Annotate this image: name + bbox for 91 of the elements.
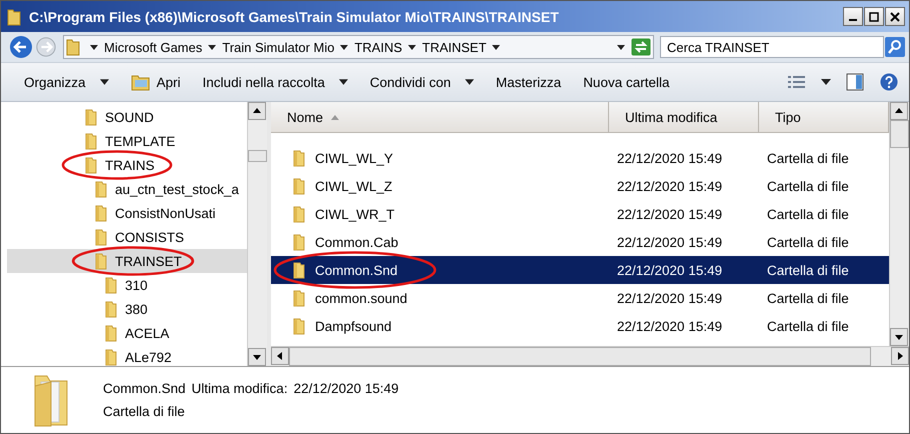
tree-item[interactable]: au_ctn_test_stock_a (7, 177, 247, 201)
caret-icon (100, 79, 109, 85)
folder-icon (95, 228, 107, 246)
close-button[interactable] (885, 7, 905, 26)
search-icon[interactable] (885, 37, 905, 57)
toolbar-button[interactable]: Condividi con (358, 70, 485, 94)
scroll-down-icon[interactable] (248, 348, 266, 366)
breadcrumb[interactable]: TRAINS (354, 40, 402, 54)
caret-icon (338, 79, 348, 85)
back-button[interactable] (9, 35, 33, 59)
folder-icon (293, 317, 305, 335)
tree-item[interactable]: ConsistNonUsati (7, 201, 247, 225)
tree-item[interactable]: ACELA (7, 321, 247, 345)
caret-icon (464, 79, 474, 85)
caret-icon[interactable] (492, 44, 500, 50)
tree-item[interactable]: CONSISTS (7, 225, 247, 249)
file-row[interactable]: CIWL_WL_Z 22/12/2020 15:49 Cartella di file (271, 172, 889, 200)
maximize-button[interactable] (864, 7, 884, 26)
breadcrumb[interactable]: Microsoft Games (104, 40, 202, 54)
tree-item[interactable]: TRAINS (7, 153, 247, 177)
view-options-icon[interactable] (787, 73, 807, 91)
window-title: C:\Program Files (x86)\Microsoft Games\Train Simulator Mio\TRAINS\TRAINSET (29, 8, 559, 24)
toolbar-button[interactable]: Masterizza (484, 70, 572, 94)
folder-icon (95, 180, 107, 198)
breadcrumb[interactable]: TRAINSET (422, 40, 486, 54)
tree-item[interactable]: ALe792 (7, 345, 247, 366)
help-icon[interactable] (879, 73, 899, 91)
folder-icon (293, 177, 305, 195)
folder-icon (293, 205, 305, 223)
file-row[interactable]: Common.Snd 22/12/2020 15:49 Cartella di file (271, 256, 889, 284)
folder-icon (95, 204, 107, 222)
address-field[interactable]: Microsoft Games Train Simulator Mio TRAINS TRAINSET (63, 35, 654, 59)
caret-icon[interactable] (340, 44, 348, 50)
folder-icon (293, 289, 305, 307)
toolbar-button[interactable]: Apri (120, 69, 192, 95)
toolbar-button[interactable]: Organizza (13, 70, 120, 94)
tree-item[interactable]: 380 (7, 297, 247, 321)
folder-icon (66, 38, 80, 56)
tree-item[interactable]: TRAINSET (7, 249, 247, 273)
folder-icon (105, 300, 117, 318)
file-name: Common.Snd (103, 381, 186, 396)
tree-item[interactable]: 310 (7, 273, 247, 297)
breadcrumb[interactable]: Train Simulator Mio (222, 40, 334, 54)
modified-label: Ultima modifica: (192, 381, 288, 396)
file-type: Cartella di file (103, 404, 186, 419)
caret-icon[interactable] (617, 44, 625, 50)
close-icon (890, 12, 900, 22)
folder-icon (85, 156, 97, 174)
caret-icon[interactable] (408, 44, 416, 50)
modified-date: 22/12/2020 15:49 (294, 381, 399, 396)
refresh-icon[interactable] (631, 38, 651, 56)
folder-icon (85, 132, 97, 150)
folder-icon (95, 252, 107, 270)
scroll-down-icon[interactable] (890, 328, 908, 346)
sort-arrow-icon (331, 114, 340, 120)
column-header[interactable]: Nome (271, 102, 609, 132)
file-row[interactable]: CIWL_WR_T 22/12/2020 15:49 Cartella di file (271, 200, 889, 228)
search-field[interactable]: Cerca TRAINSET (660, 36, 884, 58)
file-row[interactable]: common.sound 22/12/2020 15:49 Cartella di file (271, 284, 889, 312)
scroll-thumb[interactable] (890, 120, 909, 148)
maximize-icon (869, 12, 879, 22)
file-row[interactable]: CIWL_WL_Y 22/12/2020 15:49 Cartella di file (271, 144, 889, 172)
preview-pane-icon[interactable] (845, 73, 865, 91)
file-row[interactable]: Dampfsound 22/12/2020 15:49 Cartella di file (271, 312, 889, 340)
folder-icon (293, 233, 305, 251)
tree-item[interactable]: SOUND (7, 105, 247, 129)
tree-item[interactable]: TEMPLATE (7, 129, 247, 153)
caret-icon[interactable] (821, 79, 831, 85)
folder-icon (105, 276, 117, 294)
caret-icon[interactable] (208, 44, 216, 50)
scrollbar[interactable] (889, 102, 909, 346)
folder-icon (293, 149, 305, 167)
caret-icon[interactable] (90, 44, 98, 50)
scroll-thumb[interactable] (248, 150, 267, 162)
folder-icon (130, 73, 151, 91)
scroll-left-icon[interactable] (271, 347, 289, 365)
folder-icon (105, 324, 117, 342)
scroll-up-icon[interactable] (248, 102, 266, 120)
folder-icon (7, 8, 21, 26)
scroll-right-icon[interactable] (891, 347, 909, 365)
folder-icon (85, 108, 97, 126)
scroll-up-icon[interactable] (890, 102, 908, 120)
toolbar-button[interactable]: Nuova cartella (572, 70, 680, 94)
toolbar-button[interactable]: Includi nella raccolta (192, 70, 359, 94)
folder-icon (105, 348, 117, 366)
minimize-button[interactable] (843, 7, 863, 26)
file-row[interactable]: Common.Cab 22/12/2020 15:49 Cartella di file (271, 228, 889, 256)
scrollbar[interactable] (247, 102, 267, 366)
column-header[interactable]: Ultima modifica (609, 102, 759, 132)
minimize-icon (849, 19, 857, 21)
folder-icon (293, 261, 305, 279)
